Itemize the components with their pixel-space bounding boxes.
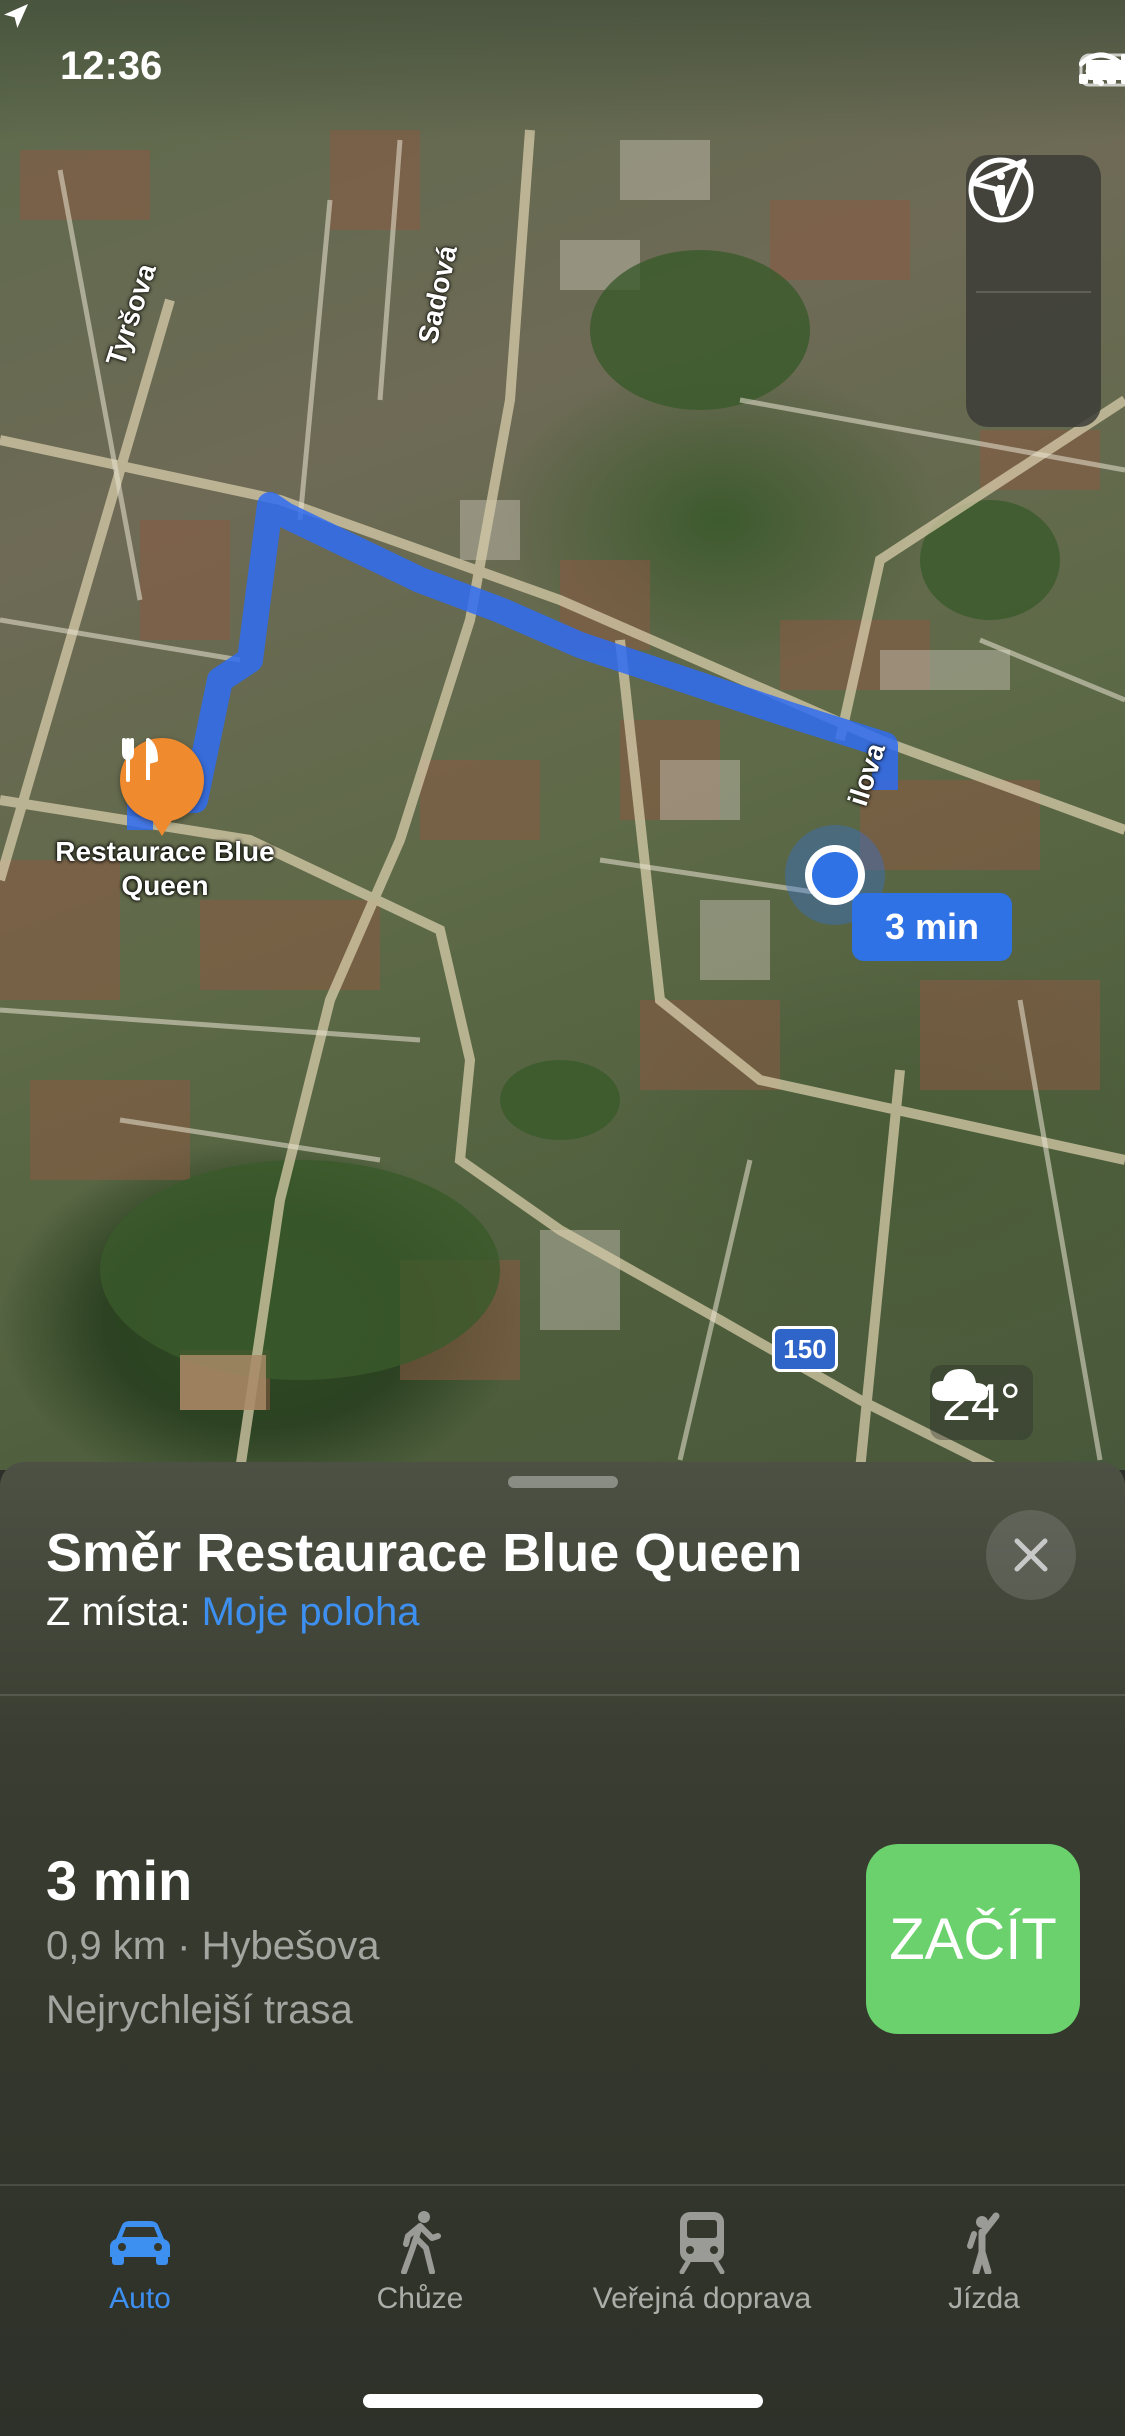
eta-badge: 3 min [852,893,1012,961]
tab-ride[interactable]: Jízda [914,2202,1054,2316]
route-details: 0,9 km · Hybešova [46,1924,380,1968]
train-icon [679,2212,725,2274]
sheet-grabber[interactable] [508,1476,618,1488]
fork-knife-icon [122,738,158,782]
map-view[interactable]: 12:36 Tyršova Sadová ilova Restaurace Bl… [0,0,1125,1470]
close-icon [1014,1538,1048,1572]
tab-label: Auto [109,2282,171,2315]
route-note: Nejrychlejší trasa [46,1988,353,2032]
route-duration: 3 min [46,1849,193,1912]
map-controls [966,155,1101,427]
tab-transit[interactable]: Veřejná doprava [572,2202,832,2316]
ride-icon [967,2212,1000,2274]
car-icon [110,2221,170,2265]
poi-label[interactable]: Restaurace Blue Queen [55,835,275,903]
tab-walk[interactable]: Chůze [350,2202,490,2316]
weather-widget: 24° [930,1365,1033,1440]
battery-icon [1079,53,1125,87]
tabbar-divider [0,2184,1125,2186]
track-location-button[interactable] [966,158,1101,427]
from-label: Z místa: [46,1590,191,1634]
restaurant-pin[interactable] [120,738,204,836]
home-indicator[interactable] [363,2394,763,2408]
walk-icon [401,2211,441,2274]
map-background [0,129,1125,1470]
tab-label: Veřejná doprava [592,2282,812,2315]
tab-label: Chůze [376,2282,464,2315]
sheet-title: Směr Restaurace Blue Queen [46,1523,803,1583]
from-row: Z místa: Moje poloha [46,1590,420,1635]
route-shield: 150 [772,1326,838,1372]
divider [0,1694,1125,1696]
start-button[interactable]: ZAČÍT [866,1844,1080,2034]
directions-sheet: Směr Restaurace Blue Queen Z místa: Moje… [0,1462,1125,2436]
close-button[interactable] [986,1510,1076,1600]
status-bar-backdrop [0,0,1125,140]
from-location-link[interactable]: Moje poloha [202,1590,420,1634]
cloud-icon [932,1369,988,1401]
tab-auto[interactable]: Auto [70,2202,210,2316]
status-time: 12:36 [60,44,163,88]
location-services-icon [4,4,28,28]
tab-label: Jízda [948,2282,1020,2315]
location-arrow-icon [969,158,1027,216]
